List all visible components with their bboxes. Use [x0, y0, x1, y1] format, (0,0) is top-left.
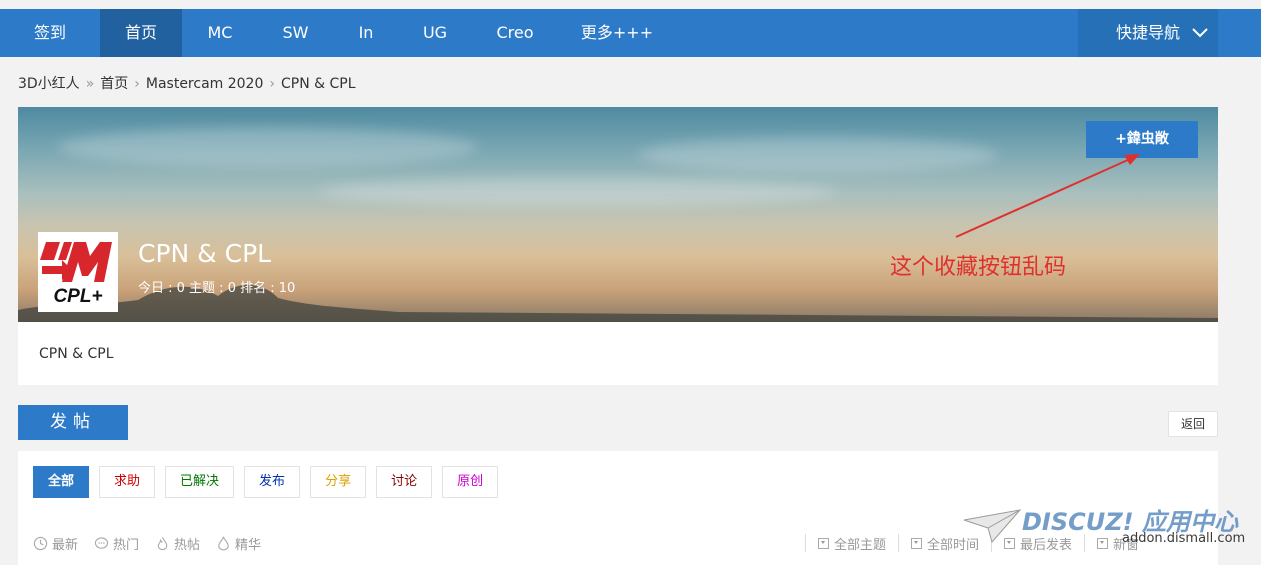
sort-label: 全部主题	[834, 537, 887, 553]
dropdown-icon	[818, 537, 829, 549]
chat-icon	[94, 537, 109, 549]
nav-item-in[interactable]: In	[333, 9, 399, 57]
main-nav: 签到 首页 MC SW In UG Creo 更多+++	[0, 9, 675, 57]
type-tab-share[interactable]: 分享	[310, 466, 367, 498]
type-tab-all[interactable]: 全部	[33, 466, 90, 498]
filter-hot-threads[interactable]: 热帖	[155, 534, 200, 553]
chevron-down-icon	[1192, 28, 1208, 38]
type-tab-discuss[interactable]: 讨论	[376, 466, 433, 498]
breadcrumb: 3D小红人 » 首页 › Mastercam 2020 › CPN & CPL	[18, 73, 356, 93]
nav-item-ug[interactable]: UG	[399, 9, 471, 57]
filter-digest[interactable]: 精华	[216, 534, 261, 553]
breadcrumb-separator: ›	[134, 76, 140, 92]
thread-type-tabs: 全部 求助 已解决 发布 分享 讨论 原创	[33, 466, 499, 498]
filter-label: 热帖	[174, 538, 201, 553]
thread-filters: 最新 热门 热帖 精华	[33, 534, 261, 553]
breadcrumb-forum[interactable]: CPN & CPL	[281, 76, 356, 92]
breadcrumb-category[interactable]: Mastercam 2020	[146, 76, 264, 92]
filter-label: 精华	[235, 538, 262, 553]
nav-item-home[interactable]: 首页	[100, 9, 182, 57]
nav-item-mc[interactable]: MC	[182, 9, 258, 57]
forum-banner: CPL+ CPN & CPL 今日 : 0 主题 : 0 排名 : 10 +鍏虫…	[18, 107, 1218, 322]
forum-description-panel: CPN & CPL	[18, 322, 1218, 385]
nav-item-checkin[interactable]: 签到	[0, 9, 100, 57]
sort-all-topics[interactable]: 全部主题	[805, 534, 898, 553]
type-tab-release[interactable]: 发布	[244, 466, 301, 498]
new-post-button[interactable]: 发帖	[18, 405, 128, 440]
discuz-watermark: DISCUZ! 应用中心 addon.dismall.com	[962, 500, 1252, 560]
paper-plane-icon	[963, 509, 1022, 544]
forum-description: CPN & CPL	[39, 346, 114, 362]
top-nav-bar: 签到 首页 MC SW In UG Creo 更多+++ 快捷导航	[0, 9, 1261, 57]
flame-icon	[157, 537, 168, 551]
breadcrumb-separator: »	[85, 76, 95, 92]
filter-latest[interactable]: 最新	[33, 534, 78, 553]
quick-nav-label: 快捷导航	[1116, 23, 1181, 42]
filter-hot[interactable]: 热门	[94, 534, 139, 553]
breadcrumb-home[interactable]: 首页	[100, 76, 128, 92]
dropdown-icon	[911, 537, 923, 549]
nav-item-sw[interactable]: SW	[258, 9, 333, 57]
annotation-arrow-icon	[955, 154, 1140, 238]
nav-item-creo[interactable]: Creo	[471, 9, 559, 57]
breadcrumb-separator: ›	[269, 76, 275, 92]
breadcrumb-site[interactable]: 3D小红人	[18, 76, 80, 92]
filter-label: 热门	[113, 538, 140, 553]
nav-item-more[interactable]: 更多+++	[559, 9, 675, 57]
type-tab-original[interactable]: 原创	[442, 466, 499, 498]
clock-icon	[33, 536, 48, 551]
type-tab-help[interactable]: 求助	[99, 466, 156, 498]
filter-label: 最新	[52, 538, 79, 553]
drop-icon	[218, 536, 229, 551]
back-button[interactable]: 返回	[1168, 411, 1218, 437]
type-tab-solved[interactable]: 已解决	[165, 466, 235, 498]
quick-nav-button[interactable]: 快捷导航	[1078, 9, 1218, 57]
watermark-url: addon.dismall.com	[1122, 531, 1246, 546]
